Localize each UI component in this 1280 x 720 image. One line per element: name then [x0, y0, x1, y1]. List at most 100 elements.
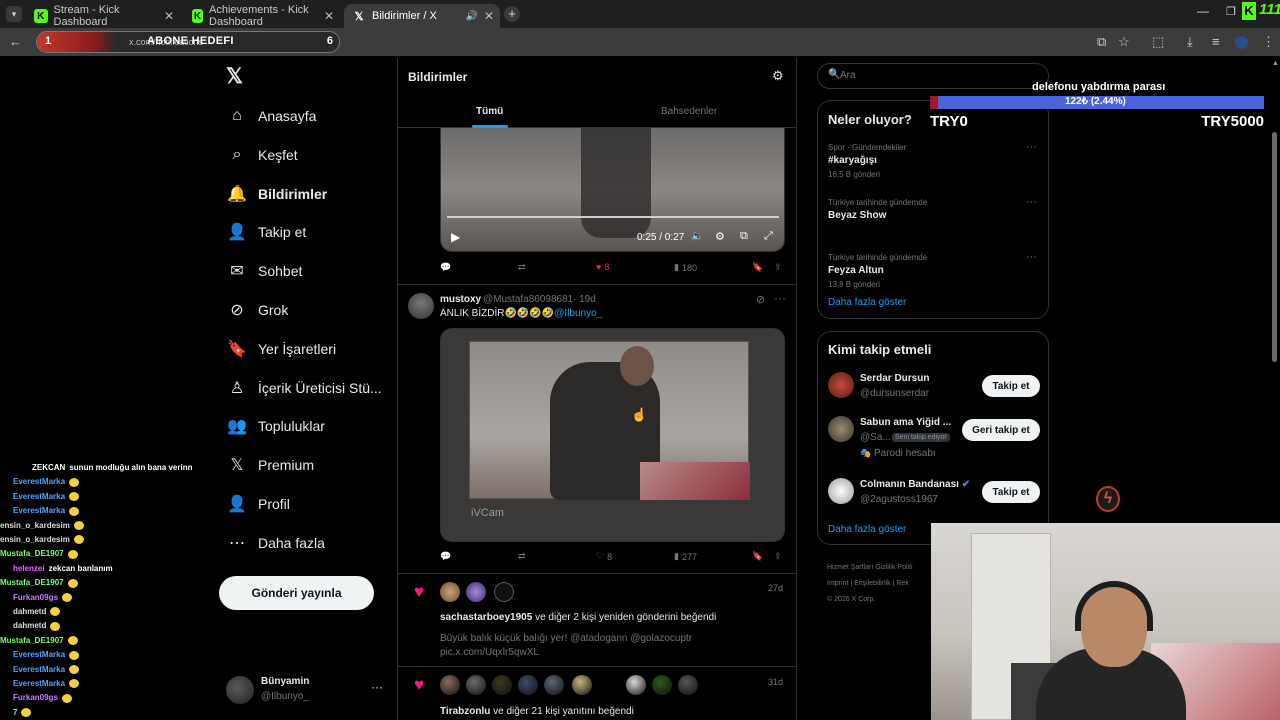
post-handle[interactable]: @Mustafa86098681: [483, 294, 573, 305]
scrollbar-thumb[interactable]: [1272, 132, 1277, 362]
post-video[interactable]: iVCam ☝: [440, 328, 785, 542]
download-icon[interactable]: ⤓: [1187, 34, 1193, 50]
tab-kick-achievements[interactable]: K Achievements - Kick Dashboard ✕: [184, 4, 340, 28]
share-icon[interactable]: ⇪: [774, 551, 782, 562]
user-row-serdar[interactable]: Serdar Dursun @dursunserdar Takip et: [818, 368, 1050, 402]
footer-accessibility[interactable]: Erişilebilirlik: [854, 580, 891, 587]
sidebar-item-sohbet[interactable]: ✉ Sohbet: [226, 256, 302, 286]
more-dots-icon[interactable]: ···: [774, 291, 786, 305]
reply-icon[interactable]: 💬: [440, 262, 451, 273]
footer-terms[interactable]: Hizmet Şartları: [827, 564, 873, 571]
sidebar-item-i-çerik-üreticisi-stü-[interactable]: ♙ İçerik Üreticisi Stü...: [226, 373, 382, 403]
tab-mentions[interactable]: Bahsedenler: [661, 106, 717, 117]
chat-username[interactable]: ensin_o_kardesim: [0, 535, 70, 544]
back-arrow-icon[interactable]: ←: [9, 34, 22, 49]
chat-username[interactable]: Mustafa_DE1907: [0, 578, 64, 587]
settings-icon[interactable]: ⚙: [715, 230, 725, 243]
trend-item[interactable]: Türkiye tarihinde gündemde Beyaz Show ···: [818, 196, 1050, 246]
sidebar-item-anasayfa[interactable]: ⌂ Anasayfa: [226, 101, 316, 131]
tab-x-notifications[interactable]: 𝕏 Bildirimler / X 🔊 ✕: [344, 4, 500, 28]
grok-icon[interactable]: ⊘: [756, 293, 765, 306]
cast-icon[interactable]: ⧉: [1097, 34, 1106, 50]
x-logo-icon[interactable]: 𝕏: [226, 64, 246, 88]
sidebar-item-daha-fazla[interactable]: ⋯ Daha fazla: [226, 528, 325, 558]
chat-username[interactable]: Furkan09gs: [13, 693, 58, 702]
minimize-icon[interactable]: —: [1197, 4, 1209, 18]
close-icon[interactable]: ✕: [324, 9, 334, 23]
footer-privacy[interactable]: Gizlilik Politi: [875, 564, 912, 571]
who-show-more[interactable]: Daha fazla göster: [828, 524, 906, 535]
chat-username[interactable]: dahmetd: [13, 607, 46, 616]
post-button[interactable]: Gönderi yayınla: [219, 576, 374, 610]
chat-username[interactable]: Mustafa_DE1907: [0, 549, 64, 558]
follow-button[interactable]: Takip et: [982, 375, 1040, 397]
star-icon[interactable]: ☆: [1118, 34, 1130, 50]
chat-username[interactable]: EverestMarka: [13, 492, 65, 501]
chat-username[interactable]: EverestMarka: [13, 477, 65, 486]
play-icon[interactable]: ▶: [451, 230, 460, 244]
chat-username[interactable]: EverestMarka: [13, 650, 65, 659]
views-button[interactable]: ▮ 277: [674, 551, 697, 562]
restore-icon[interactable]: ❐: [1226, 5, 1236, 18]
sidebar-item-premium[interactable]: 𝕏 Premium: [226, 450, 314, 480]
sidebar-item-bildirimler[interactable]: 🔔 Bildirimler: [226, 179, 327, 209]
bookmark-icon[interactable]: 🔖: [752, 551, 763, 562]
address-omnibox[interactable]: 1 x.com/notifications ABONE HEDEFI 6: [36, 31, 340, 53]
chat-username[interactable]: EverestMarka: [13, 506, 65, 515]
user-row-sabun[interactable]: Sabun ama Yiğid ... @Sa... Seni takip ed…: [818, 412, 1050, 462]
share-icon[interactable]: ⇪: [774, 262, 782, 273]
chat-username[interactable]: ensin_o_kardesim: [0, 521, 70, 530]
more-dots-icon[interactable]: ···: [1026, 251, 1037, 263]
video-progress-track[interactable]: [447, 216, 779, 218]
chat-username[interactable]: Mustafa_DE1907: [0, 636, 64, 645]
notification-user[interactable]: Tirabzonlu: [440, 706, 490, 717]
follow-button[interactable]: Takip et: [982, 481, 1040, 503]
follow-back-button[interactable]: Geri takip et: [962, 419, 1040, 441]
post-mustoxy[interactable]: mustoxy @Mustafa86098681 · 19d ⊘ ··· ANL…: [398, 285, 796, 575]
tab-kick-stream[interactable]: K Stream - Kick Dashboard ✕: [26, 4, 180, 28]
volume-icon[interactable]: 🔈: [691, 231, 703, 242]
chat-username[interactable]: 7: [13, 708, 17, 717]
video-player-1[interactable]: ▶ 0:25 / 0:27 🔈 ⚙ ⧉ ⤢: [440, 128, 785, 252]
bookmark-icon[interactable]: 🔖: [752, 262, 763, 273]
sidebar-item-grok[interactable]: ⊘ Grok: [226, 295, 288, 325]
post-mention[interactable]: @Ilbunyo_: [554, 308, 602, 319]
more-dots-icon[interactable]: ···: [1026, 196, 1037, 208]
menu-kebab-icon[interactable]: ⋮: [1262, 34, 1275, 50]
notification-like-2[interactable]: ♥ 31d Tirabzonlu ve diğer 21 kişi yanıtı…: [398, 667, 796, 720]
sidebar-item-profil[interactable]: 👤 Profil: [226, 489, 290, 519]
sidebar-item-takip-et[interactable]: 👤 Takip et: [226, 217, 306, 247]
speaker-icon[interactable]: 🔊: [466, 11, 478, 22]
chat-username[interactable]: helenzei: [13, 564, 45, 573]
views-button[interactable]: ▮ 180: [674, 262, 697, 273]
fullscreen-icon[interactable]: ⤢: [764, 230, 773, 243]
repost-icon[interactable]: ⇄: [518, 262, 526, 273]
tab-list-menu-button[interactable]: ▾: [6, 6, 22, 22]
tab-all[interactable]: Tümü: [476, 106, 503, 117]
close-icon[interactable]: ✕: [164, 9, 174, 23]
pip-icon[interactable]: ⧉: [740, 230, 748, 243]
chat-username[interactable]: ZEKCAN: [32, 463, 65, 472]
profile-avatar-icon[interactable]: [1235, 36, 1248, 49]
trend-item[interactable]: Türkiye tarihinde gündemde Feyza Altun 13,…: [818, 251, 1050, 301]
post-author[interactable]: mustoxy: [440, 294, 481, 305]
chat-username[interactable]: dahmetd: [13, 621, 46, 630]
scroll-up-icon[interactable]: ▲: [1272, 60, 1279, 67]
trend-item[interactable]: Spor · Gündemdekiler #karyağışı 16,5 B gön…: [818, 141, 1050, 191]
close-icon[interactable]: ✕: [484, 9, 494, 23]
new-tab-button[interactable]: +: [504, 6, 520, 22]
sidebar-item-topluluklar[interactable]: 👥 Topluluklar: [226, 411, 325, 441]
footer-imprint[interactable]: Imprint: [827, 580, 848, 587]
footer-ads[interactable]: Rek: [896, 580, 908, 587]
settings-gear-icon[interactable]: ⚙: [772, 68, 784, 84]
like-button[interactable]: ♡ 8: [596, 551, 612, 562]
notification-user[interactable]: sachastarboey1905: [440, 612, 532, 623]
more-dots-icon[interactable]: ···: [1026, 141, 1037, 153]
chat-username[interactable]: EverestMarka: [13, 679, 65, 688]
repost-icon[interactable]: ⇄: [518, 551, 526, 562]
media-control-icon[interactable]: ≡: [1212, 34, 1220, 49]
chat-username[interactable]: Furkan09gs: [13, 593, 58, 602]
sidebar-item-keşfet[interactable]: ⌕ Keşfet: [226, 140, 298, 170]
chat-username[interactable]: EverestMarka: [13, 665, 65, 674]
extensions-icon[interactable]: ⬚: [1152, 34, 1164, 50]
